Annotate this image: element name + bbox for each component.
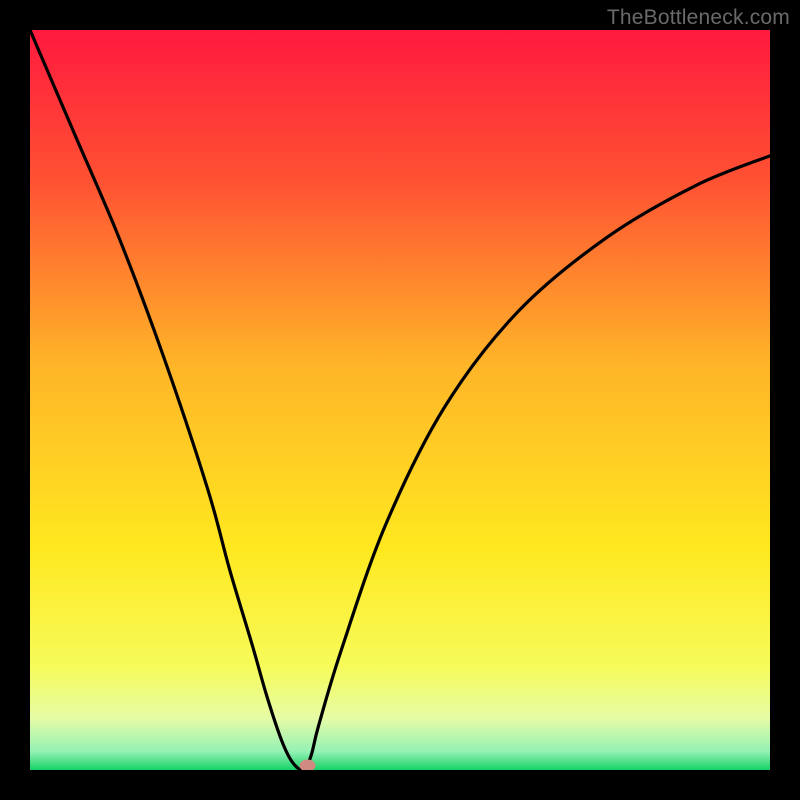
chart-frame: TheBottleneck.com xyxy=(0,0,800,800)
watermark-text: TheBottleneck.com xyxy=(607,6,790,30)
plot-area xyxy=(30,30,770,770)
bottleneck-chart xyxy=(30,30,770,770)
gradient-background xyxy=(30,30,770,770)
